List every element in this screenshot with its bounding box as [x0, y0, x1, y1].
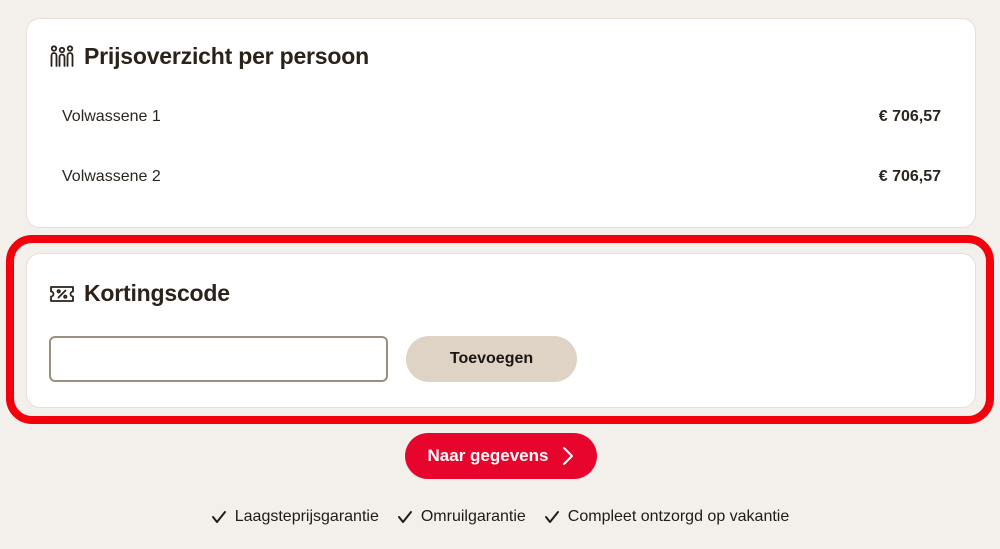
guarantee-label: Laagsteprijsgarantie	[234, 508, 379, 525]
guarantee-label: Omruilgarantie	[420, 508, 526, 525]
guarantees-row: Laagsteprijsgarantie Omruilgarantie Comp…	[0, 508, 1000, 526]
discount-code-input[interactable]	[49, 336, 388, 382]
guarantee-item: Omruilgarantie	[397, 508, 526, 526]
guarantee-label: Compleet ontzorgd op vakantie	[567, 508, 790, 525]
price-overview-title: Prijsoverzicht per persoon	[84, 43, 369, 69]
price-row-adult-2: Volwassene 2 € 706,57	[62, 168, 941, 186]
checkmark-icon	[544, 510, 560, 524]
next-step-label: Naar gegevens	[427, 446, 549, 465]
discount-code-header: Kortingscode	[49, 280, 230, 307]
price-row-amount: € 706,57	[878, 168, 941, 185]
price-row-amount: € 706,57	[878, 108, 941, 125]
guarantee-item: Compleet ontzorgd op vakantie	[544, 508, 789, 526]
price-overview-card: Prijsoverzicht per persoon Volwassene 1 …	[26, 18, 976, 228]
price-row-label: Volwassene 1	[62, 108, 161, 125]
price-row-adult-1: Volwassene 1 € 706,57	[62, 108, 941, 126]
add-discount-button[interactable]: Toevoegen	[406, 336, 577, 382]
checkmark-icon	[397, 510, 413, 524]
discount-ticket-icon	[49, 281, 75, 307]
chevron-right-icon	[562, 446, 574, 466]
next-step-button[interactable]: Naar gegevens	[405, 433, 597, 479]
price-overview-header: Prijsoverzicht per persoon	[49, 43, 369, 70]
checkmark-icon	[211, 510, 227, 524]
family-icon	[49, 44, 75, 70]
discount-code-card: Kortingscode Toevoegen	[26, 253, 976, 408]
guarantee-item: Laagsteprijsgarantie	[211, 508, 379, 526]
price-row-label: Volwassene 2	[62, 168, 161, 185]
discount-code-title: Kortingscode	[84, 280, 230, 306]
